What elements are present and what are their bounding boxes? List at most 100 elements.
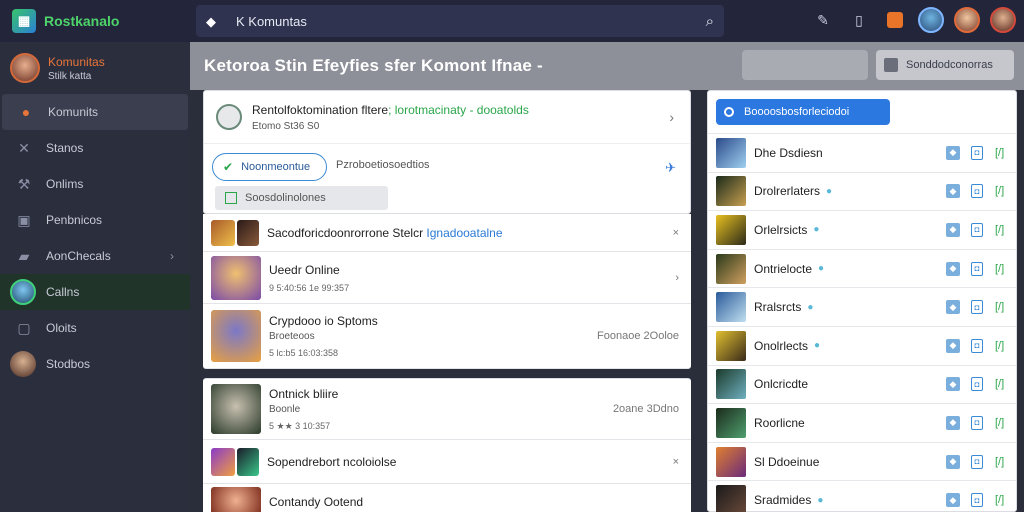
invite-icon[interactable]: ◆: [946, 493, 960, 508]
sidebar-item-callns[interactable]: Callns: [0, 274, 190, 310]
share-icon[interactable]: [/]: [995, 224, 1004, 236]
invite-icon[interactable]: ◆: [946, 222, 960, 237]
filter-option[interactable]: Soosdolinolones: [215, 186, 388, 210]
pin-icon[interactable]: ✈: [665, 160, 676, 176]
game-thumbnail: [237, 219, 259, 246]
share-icon[interactable]: [/]: [995, 147, 1004, 159]
sidebar-item-stanos[interactable]: ✕ Stanos: [0, 130, 190, 166]
close-icon[interactable]: ×: [673, 456, 679, 468]
box-icon: ▣: [17, 211, 31, 228]
sidebar-item-komunits[interactable]: ● Komunits: [2, 94, 188, 130]
avatar[interactable]: [954, 7, 980, 33]
friend-name: Roorlicne: [754, 415, 805, 430]
friend-row[interactable]: Roorlicne ◆ ◘ [/]: [708, 403, 1016, 442]
sidebar-item-stodbos[interactable]: Stodbos: [0, 346, 190, 382]
friend-row[interactable]: Ontrielocte ● ◆ ◘ [/]: [708, 248, 1016, 288]
message-icon[interactable]: ◘: [971, 415, 983, 430]
sidebar-item-label: Penbnicos: [46, 213, 103, 227]
share-icon[interactable]: [/]: [995, 494, 1004, 506]
page-title: Ketoroa Stin Efeyfies sfer Komont Ifnae …: [204, 56, 543, 75]
invite-icon[interactable]: ◆: [946, 454, 960, 469]
message-icon[interactable]: ◘: [971, 493, 983, 508]
list-item[interactable]: Sopendrebort ncoloiolse ×: [203, 440, 691, 484]
friend-name: Sl Ddoeinue: [754, 454, 820, 469]
share-icon[interactable]: [/]: [995, 456, 1004, 468]
card-icon[interactable]: ▯: [846, 7, 872, 33]
friend-row[interactable]: Onlcricdte ◆ ◘ [/]: [708, 364, 1016, 404]
item-link[interactable]: Ignadooatalne: [423, 226, 502, 240]
share-icon[interactable]: [/]: [995, 340, 1004, 352]
avatar[interactable]: [990, 7, 1016, 33]
invite-icon[interactable]: ◆: [946, 415, 960, 430]
invite-icon[interactable]: ◆: [946, 300, 960, 315]
header-secondary-button[interactable]: Sonddodconorras: [876, 50, 1014, 80]
invite-icon[interactable]: ◆: [946, 145, 960, 160]
invite-icon[interactable]: ◆: [946, 338, 960, 353]
status-icon: ●: [818, 263, 825, 275]
list-item[interactable]: Ontnick bliire Boonle 5 ★★ 3 10:357 2oan…: [203, 378, 691, 440]
chevron-right-icon[interactable]: ›: [675, 272, 679, 284]
sidebar-item-oloits[interactable]: ▢ Oloits: [0, 310, 190, 346]
invite-icon[interactable]: ◆: [946, 184, 960, 199]
header-secondary-label: Sonddodconorras: [906, 59, 993, 71]
list-item[interactable]: Ueedr Online 9 5:40:56 1e 99:357 ›: [203, 252, 691, 304]
chevron-right-icon[interactable]: ›: [669, 109, 674, 125]
sidebar-item-penbnicos[interactable]: ▣ Penbnicos: [0, 202, 190, 238]
list-item[interactable]: Sacodforicdoonrorrone Stelcr Ignadooatal…: [203, 214, 691, 252]
item-meta: 9 5:40:56 1e 99:357: [269, 282, 350, 293]
close-icon[interactable]: ×: [673, 227, 679, 239]
message-icon[interactable]: ◘: [971, 377, 983, 392]
game-thumbnail: [716, 446, 746, 477]
search-bar[interactable]: ◆ K Komuntas ⌕: [196, 5, 724, 37]
filter-pill[interactable]: ✔ Noonmeontue: [212, 153, 327, 181]
radio-icon: [724, 107, 734, 117]
friend-row[interactable]: Sradmides ● ◆ ◘ [/]: [708, 480, 1016, 512]
friend-row[interactable]: Onolrlects ● ◆ ◘ [/]: [708, 325, 1016, 365]
filter-text: Pzroboetiosoedtios: [336, 159, 430, 171]
panel-filter-label: Boooosbosforleciodoi: [744, 106, 850, 118]
panel-filter-button[interactable]: Boooosbosforleciodoi: [716, 99, 890, 125]
message-icon[interactable]: ◘: [971, 184, 983, 199]
item-title: Ontnick bliire: [269, 386, 339, 401]
friend-row[interactable]: Rralsrcts ● ◆ ◘ [/]: [708, 287, 1016, 326]
list-item[interactable]: Crypdooo io Sptoms Broeteoos 5 lc:b5 16:…: [203, 304, 691, 369]
search-icon[interactable]: ⌕: [706, 13, 714, 30]
pen-icon[interactable]: ✎: [810, 7, 836, 33]
game-thumbnail: [716, 485, 746, 512]
message-icon[interactable]: ◘: [971, 261, 983, 276]
sidebar-user[interactable]: Komunitas Stilk katta: [0, 42, 190, 94]
search-input[interactable]: K Komuntas: [236, 14, 307, 29]
message-icon[interactable]: ◘: [971, 338, 983, 353]
invite-icon[interactable]: ◆: [946, 377, 960, 392]
logo-icon: ▦: [12, 9, 36, 33]
community-summary[interactable]: Rentolfoktomination fltere; lorotmacinat…: [204, 91, 690, 143]
avatar[interactable]: [918, 7, 944, 33]
user-subtitle: Stilk katta: [48, 70, 92, 82]
avatar: [10, 351, 36, 377]
share-icon[interactable]: [/]: [995, 378, 1004, 390]
home-icon: ●: [21, 104, 31, 120]
box-icon[interactable]: [882, 7, 908, 33]
message-icon[interactable]: ◘: [971, 300, 983, 315]
sidebar-item-label: Oloits: [46, 321, 77, 335]
sidebar-item-onlims[interactable]: ⚒ Onlims: [0, 166, 190, 202]
friend-row[interactable]: Sl Ddoeinue ◆ ◘ [/]: [708, 441, 1016, 481]
friend-row[interactable]: Drolrerlaters ● ◆ ◘ [/]: [708, 171, 1016, 211]
share-icon[interactable]: [/]: [995, 417, 1004, 429]
invite-icon[interactable]: ◆: [946, 261, 960, 276]
friend-row[interactable]: Dhe Dsdiesn ◆ ◘ [/]: [708, 133, 1016, 172]
header-action-button[interactable]: [742, 50, 868, 80]
page-header: Ketoroa Stin Efeyfies sfer Komont Ifnae …: [190, 42, 1024, 90]
share-icon[interactable]: [/]: [995, 263, 1004, 275]
sidebar-item-aonchecals[interactable]: ▰ AonChecals ›: [0, 238, 190, 274]
app-logo[interactable]: ▦ Rostkanalo: [0, 9, 190, 33]
friend-row[interactable]: Orlelrsicts ● ◆ ◘ [/]: [708, 210, 1016, 249]
list-item[interactable]: Contandy Ootend: [203, 484, 691, 512]
message-icon[interactable]: ◘: [971, 222, 983, 237]
message-icon[interactable]: ◘: [971, 145, 983, 160]
filter-bar: ✔ Noonmeontue Pzroboetiosoedtios ✈ Soosd…: [204, 143, 690, 213]
share-icon[interactable]: [/]: [995, 185, 1004, 197]
friend-name: Ontrielocte: [754, 261, 813, 276]
message-icon[interactable]: ◘: [971, 454, 983, 469]
share-icon[interactable]: [/]: [995, 301, 1004, 313]
